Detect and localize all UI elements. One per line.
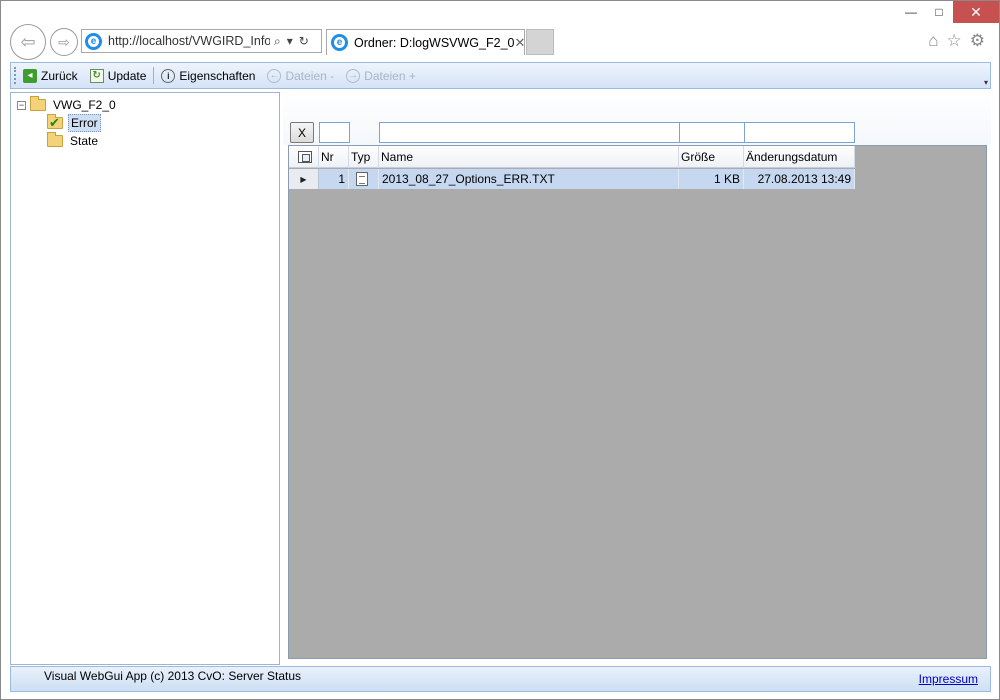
home-icon[interactable]: ⌂ [928,31,938,51]
window-controls: — □ ✕ [897,1,999,25]
favorites-star-icon[interactable]: ☆ [947,31,962,51]
tree-node-error[interactable]: ✔ Error [11,114,279,132]
filter-size-input[interactable] [679,122,745,143]
tree-node-root[interactable]: − VWG_F2_0 [11,96,279,114]
column-header-nr[interactable]: Nr [319,146,349,168]
app-toolbar: ◂ Zurück ↻ Update i Eigenschaften ← Date… [10,62,991,89]
filter-name-input[interactable] [379,122,680,143]
folder-icon [30,96,46,111]
filter-nr-input[interactable] [319,122,350,143]
cell-nr: 1 [319,169,349,189]
toolbar-separator [153,67,155,84]
close-tab-icon[interactable]: ✕ [514,35,525,51]
row-indicator-icon: ▶ [289,169,319,189]
toolbar-overflow-icon[interactable]: ▾ [984,78,988,87]
browser-window: — □ ✕ ⇦ ⇨ e http://localhost/VWGIRD_Info… [0,0,1000,700]
dropdown-arrow-icon[interactable]: ▾ [287,34,293,49]
browser-forward-button[interactable]: ⇨ [50,28,78,56]
tree-node-label[interactable]: State [68,133,100,149]
status-bar: Visual WebGui App (c) 2013 CvO: Server S… [10,666,991,692]
info-icon: i [161,68,176,83]
files-next-label: Dateien + [364,68,416,83]
address-bar[interactable]: e http://localhost/VWGIRD_Info/ ⌕ ▾ ↻ [81,29,322,53]
clear-filter-button[interactable]: X [290,122,314,143]
maximize-button[interactable]: □ [925,1,953,23]
files-prev-label: Dateien - [285,68,335,83]
green-back-arrow-icon: ◂ [23,68,37,83]
ie-logo-icon: e [85,32,102,50]
refresh-icon: ↻ [89,68,104,83]
tree-node-state[interactable]: State [11,132,279,150]
files-next-button[interactable]: → Dateien + [346,68,416,83]
back-button[interactable]: ◂ Zurück [23,68,78,83]
update-label: Update [107,68,147,83]
files-prev-button[interactable]: ← Dateien - [267,68,335,83]
folder-icon [47,132,63,147]
cell-typ [349,169,379,189]
cell-modified: 27.08.2013 13:49 [744,169,855,189]
column-chooser-button[interactable] [289,146,319,168]
folder-tree: − VWG_F2_0 ✔ Error State [10,92,280,665]
filter-area: X [283,92,991,145]
status-text: Visual WebGui App (c) 2013 CvO: Server S… [44,669,302,683]
update-button[interactable]: ↻ Update [89,68,147,83]
file-grid: Nr Typ Name Größe Änderungsdatum ▶ 1 201… [288,145,987,659]
search-icon[interactable]: ⌕ [274,34,281,49]
file-list-panel: X Nr Typ Name Größe Änderungsdatum ▶ 1 2… [283,92,991,665]
ie-logo-icon: e [331,34,348,51]
cell-name: 2013_08_27_Options_ERR.TXT [379,169,679,189]
browser-chrome: — □ ✕ ⇦ ⇨ e http://localhost/VWGIRD_Info… [1,1,999,60]
back-label: Zurück [41,68,78,83]
impressum-link[interactable]: Impressum [919,672,978,686]
filter-date-input[interactable] [744,122,855,143]
toolbar-grip[interactable] [14,67,17,84]
arrow-right-icon: → [346,68,361,83]
browser-tab-active[interactable]: e Ordner: D:logWSVWG_F2_0 ✕ [326,29,525,55]
grid-header: Nr Typ Name Größe Änderungsdatum [289,146,855,168]
column-chooser-icon [298,151,312,163]
column-header-typ[interactable]: Typ [349,146,379,168]
address-text[interactable]: http://localhost/VWGIRD_Info/ [108,34,270,48]
column-header-size[interactable]: Größe [679,146,744,168]
table-row[interactable]: ▶ 1 2013_08_27_Options_ERR.TXT 1 KB 27.0… [289,169,855,189]
refresh-icon[interactable]: ↻ [299,34,309,49]
tree-node-label[interactable]: Error [68,114,101,132]
arrow-left-icon: ← [267,68,282,83]
tab-title: Ordner: D:logWSVWG_F2_0 [354,35,515,50]
column-header-name[interactable]: Name [379,146,679,168]
properties-label: Eigenschaften [179,68,256,83]
browser-back-button[interactable]: ⇦ [10,24,46,60]
browser-right-icons: ⌂ ☆ ⚙ [928,31,985,51]
address-bar-actions: ⌕ ▾ ↻ [274,34,309,49]
column-header-modified[interactable]: Änderungsdatum [744,146,855,168]
cell-size: 1 KB [679,169,744,189]
arrow-right-icon: ⇨ [58,33,70,50]
settings-gear-icon[interactable]: ⚙ [970,31,985,51]
minimize-button[interactable]: — [897,1,925,23]
tree-node-label[interactable]: VWG_F2_0 [51,97,118,113]
arrow-left-icon: ⇦ [20,31,36,52]
folder-checked-icon: ✔ [47,114,63,130]
new-tab-button[interactable] [526,29,554,55]
collapse-icon[interactable]: − [17,100,26,110]
close-window-button[interactable]: ✕ [953,1,999,23]
text-file-icon [356,172,368,186]
properties-button[interactable]: i Eigenschaften [161,68,256,83]
